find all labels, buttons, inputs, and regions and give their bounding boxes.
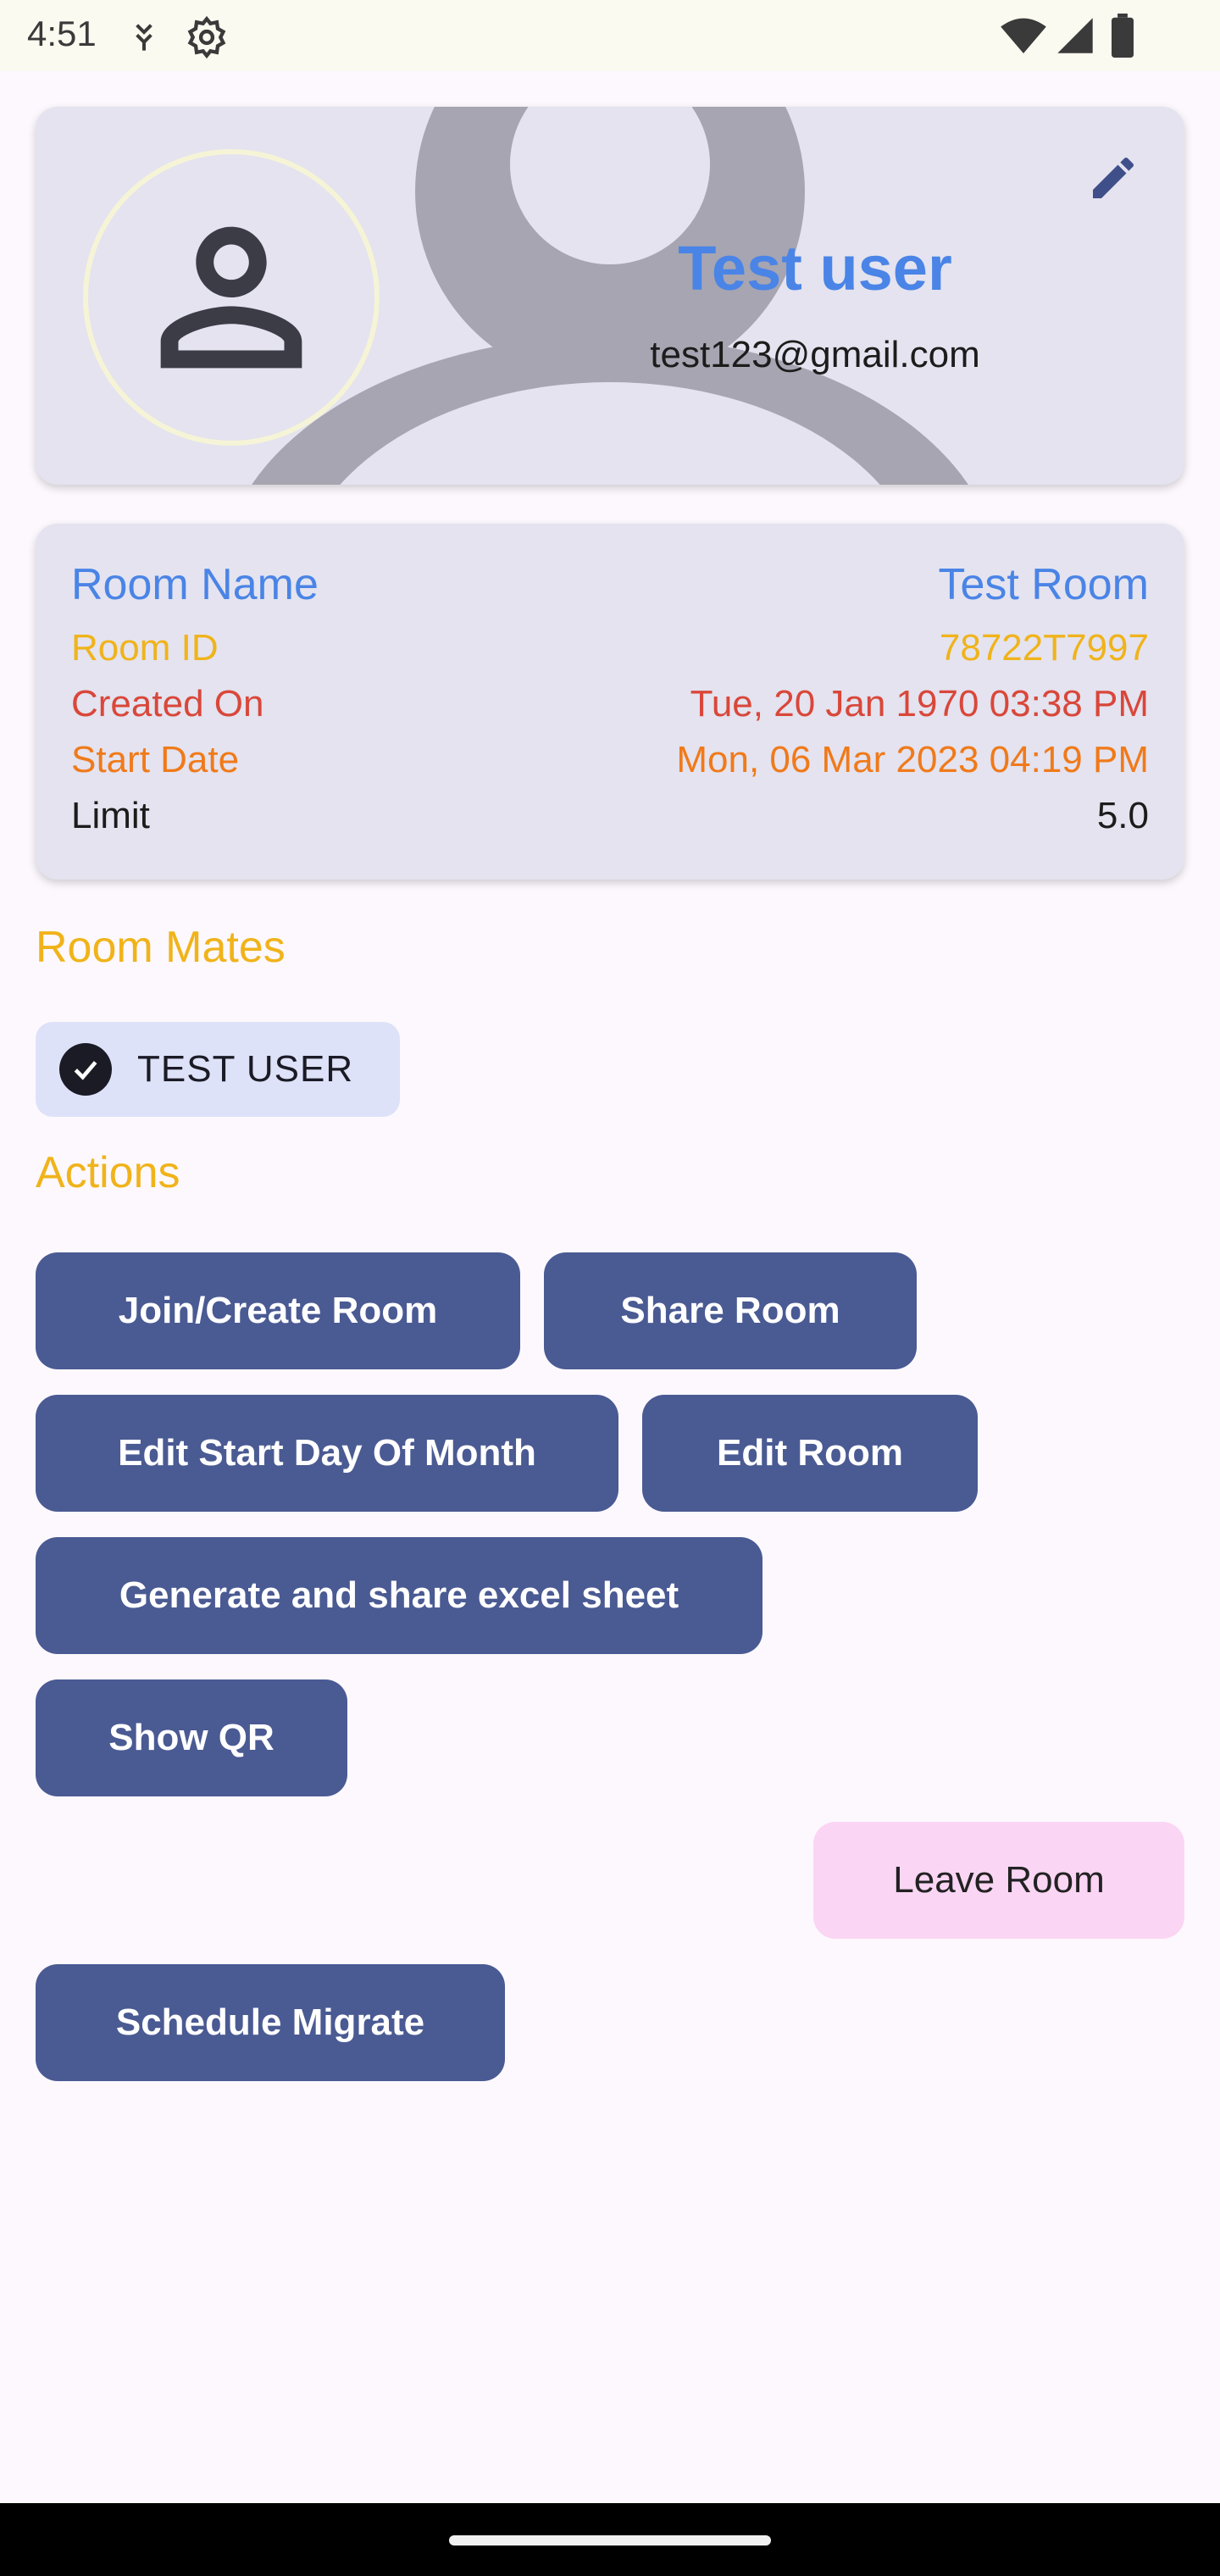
created-on-row: Created On Tue, 20 Jan 1970 03:38 PM	[71, 683, 1149, 725]
start-date-row: Start Date Mon, 06 Mar 2023 04:19 PM	[71, 739, 1149, 781]
room-id-value: 78722T7997	[939, 627, 1149, 669]
avatar[interactable]	[83, 149, 380, 446]
status-time: 4:51	[27, 14, 97, 53]
edit-room-button[interactable]: Edit Room	[642, 1395, 978, 1512]
schedule-migrate-button[interactable]: Schedule Migrate	[36, 1964, 505, 2081]
limit-value: 5.0	[1096, 795, 1149, 836]
start-date-label: Start Date	[71, 739, 240, 780]
share-room-button[interactable]: Share Room	[544, 1252, 917, 1369]
person-icon	[160, 226, 302, 369]
wifi-icon	[1001, 18, 1046, 53]
room-name-label: Room Name	[71, 560, 319, 609]
navigation-bar	[0, 2503, 1220, 2576]
created-on-value: Tue, 20 Jan 1970 03:38 PM	[690, 683, 1149, 724]
home-gesture-handle[interactable]	[449, 2535, 771, 2545]
limit-label: Limit	[71, 795, 150, 836]
show-qr-button[interactable]: Show QR	[36, 1679, 347, 1796]
created-on-label: Created On	[71, 683, 264, 724]
roommate-chip[interactable]: TEST USER	[36, 1022, 400, 1117]
room-name-row: Room Name Test Room	[71, 559, 1149, 610]
room-id-label: Room ID	[71, 627, 219, 669]
room-name-value: Test Room	[938, 560, 1149, 609]
user-email: test123@gmail.com	[650, 334, 980, 375]
signal-icon	[1057, 18, 1093, 53]
actions-title: Actions	[36, 1148, 180, 1197]
roommate-name: TEST USER	[137, 1048, 354, 1090]
settings-gear-icon	[187, 15, 226, 59]
limit-row: Limit 5.0	[71, 795, 1149, 837]
generate-excel-button[interactable]: Generate and share excel sheet	[36, 1537, 762, 1654]
room-info-card: Room Name Test Room Room ID 78722T7997 C…	[36, 524, 1184, 880]
user-name: Test user	[678, 233, 952, 303]
check-icon	[59, 1043, 112, 1096]
room-mates-title: Room Mates	[36, 923, 286, 972]
profile-card: Test user test123@gmail.com	[36, 107, 1184, 485]
usb-debug-icon	[136, 24, 152, 51]
leave-room-button[interactable]: Leave Room	[813, 1822, 1184, 1939]
battery-icon	[1112, 14, 1134, 58]
status-bar: 4:51	[0, 0, 1220, 71]
edit-icon[interactable]	[1086, 151, 1140, 205]
edit-start-day-button[interactable]: Edit Start Day Of Month	[36, 1395, 618, 1512]
room-id-row: Room ID 78722T7997	[71, 627, 1149, 669]
join-create-room-button[interactable]: Join/Create Room	[36, 1252, 520, 1369]
start-date-value: Mon, 06 Mar 2023 04:19 PM	[676, 739, 1149, 780]
